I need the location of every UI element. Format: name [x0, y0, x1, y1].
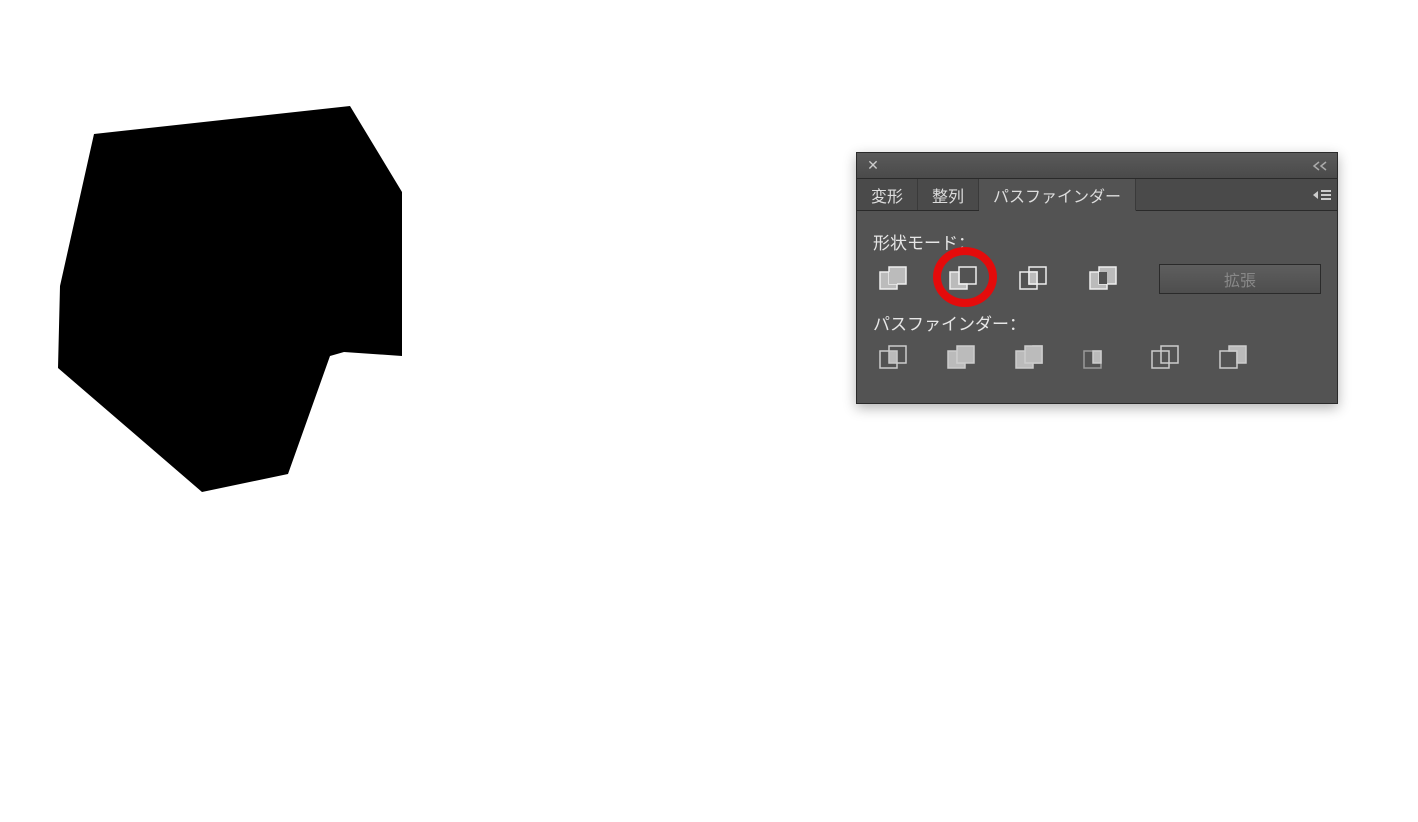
- close-icon[interactable]: ✕: [865, 158, 881, 174]
- panel-tabs: 変形 整列 パスファインダー: [857, 179, 1337, 211]
- panel-body: 形状モード：: [857, 211, 1337, 403]
- pathfinder-merge-button[interactable]: [1015, 345, 1043, 371]
- panel-titlebar[interactable]: ✕: [857, 153, 1337, 179]
- pathfinders-row: [873, 345, 1321, 371]
- pathfinders-label: パスファインダー：: [873, 310, 1321, 335]
- tab-transform[interactable]: 変形: [857, 179, 918, 210]
- tab-align[interactable]: 整列: [918, 179, 979, 210]
- shape-modes-row: 拡張: [873, 264, 1321, 294]
- shape-modes-label: 形状モード：: [873, 229, 1321, 254]
- pathfinder-trim-button[interactable]: [947, 345, 975, 371]
- pathfinder-minus-back-button[interactable]: [1219, 345, 1247, 371]
- panel-flyout-menu-button[interactable]: [1313, 190, 1331, 200]
- shape-mode-minus-front-button[interactable]: [949, 266, 977, 292]
- collapse-arrows-icon[interactable]: [1311, 161, 1329, 171]
- tab-pathfinder[interactable]: パスファインダー: [979, 179, 1136, 211]
- pathfinder-divide-button[interactable]: [879, 345, 907, 371]
- pathfinder-panel: ✕ 変形 整列 パスファインダー 形状モード：: [856, 152, 1338, 404]
- shape-mode-exclude-button[interactable]: [1089, 266, 1117, 292]
- shape-mode-intersect-button[interactable]: [1019, 266, 1047, 292]
- expand-button[interactable]: 拡張: [1159, 264, 1321, 294]
- pathfinder-crop-button[interactable]: [1083, 345, 1111, 371]
- canvas-black-shape[interactable]: [52, 104, 412, 509]
- pathfinder-outline-button[interactable]: [1151, 345, 1179, 371]
- shape-mode-unite-button[interactable]: [879, 266, 907, 292]
